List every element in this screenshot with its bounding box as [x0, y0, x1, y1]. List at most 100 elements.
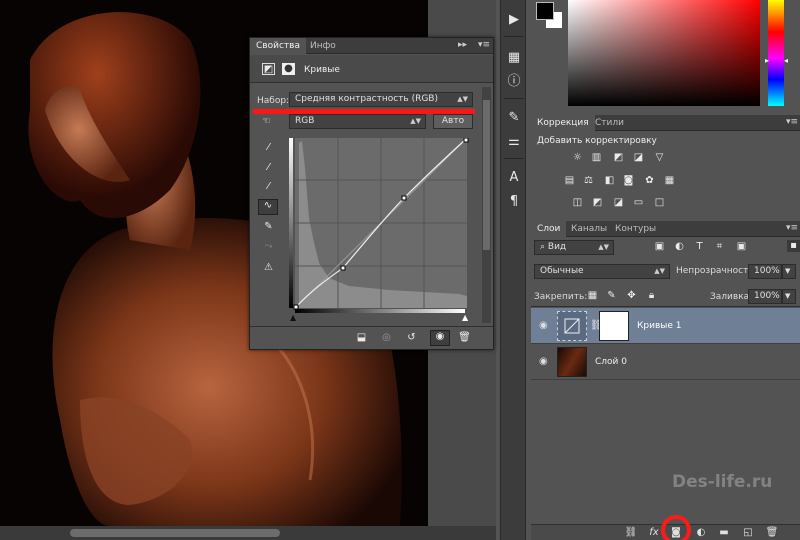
reset-icon[interactable]: ↺	[405, 332, 418, 344]
layers-panel-header: Слои Каналы Контуры ▾≡	[531, 221, 800, 237]
smooth-icon[interactable]: ⤳	[262, 241, 275, 253]
new-group-icon[interactable]: ▬	[717, 527, 731, 539]
selective-color-icon[interactable]: □	[653, 197, 666, 209]
exposure-icon[interactable]: ◪	[632, 152, 645, 164]
histogram-icon[interactable]: ▦	[503, 48, 525, 68]
divider	[250, 326, 493, 327]
clip-to-layer-icon[interactable]: ⬓	[355, 332, 368, 344]
fill-chevron-icon[interactable]: ▼	[782, 289, 796, 304]
hue-slider[interactable]	[768, 0, 784, 106]
color-lookup-icon[interactable]: ▦	[663, 175, 676, 187]
curves-adj-icon[interactable]: ◩	[612, 152, 625, 164]
play-icon[interactable]: ▶	[503, 10, 525, 30]
eye-icon[interactable]: ◉	[539, 356, 548, 367]
channel-select[interactable]: RGB ▲▼	[289, 114, 426, 129]
opacity-input[interactable]: 100%	[748, 264, 782, 279]
link-layers-icon[interactable]: ⛓	[624, 527, 638, 539]
threshold-icon[interactable]: ◪	[612, 197, 625, 209]
tab-channels[interactable]: Каналы	[565, 221, 613, 237]
opacity-chevron-icon[interactable]: ▼	[782, 264, 796, 279]
layer-row-layer0[interactable]: ◉ Слой 0	[531, 344, 800, 380]
levels-icon[interactable]: ▥	[590, 152, 603, 164]
panel-menu-icon[interactable]: ▾≡	[786, 117, 798, 127]
fx-icon[interactable]: fx	[647, 527, 661, 539]
hue-saturation-icon[interactable]: ▤	[563, 175, 576, 187]
paragraph-icon[interactable]: ¶	[503, 192, 525, 212]
brightness-icon[interactable]: ☼	[571, 152, 584, 164]
brush-presets-icon[interactable]: ✎	[503, 108, 525, 128]
panel-icon-strip: ▶ ▦ ⓘ ✎ ⚌ A ¶	[500, 0, 526, 540]
layer-mask-thumb[interactable]	[599, 311, 629, 341]
white-point-slider-icon[interactable]: ▲	[462, 313, 468, 322]
channel-mixer-icon[interactable]: ✿	[643, 175, 656, 187]
curve-point-tool-icon[interactable]: ∿	[258, 199, 278, 215]
pencil-icon[interactable]: ✎	[262, 221, 275, 233]
strip-divider	[504, 36, 524, 37]
correction-panel-header: Коррекция Стили ▾≡	[531, 115, 800, 131]
lock-label: Закрепить:	[534, 292, 588, 302]
properties-menu-icon[interactable]: ▾≡	[478, 40, 490, 50]
lock-pixels-icon[interactable]: ✎	[605, 290, 618, 302]
info-icon[interactable]: ⓘ	[503, 72, 525, 92]
black-white-icon[interactable]: ◧	[603, 175, 616, 187]
filter-adjustment-icon[interactable]: ◐	[673, 241, 686, 253]
curve-point[interactable]	[401, 195, 407, 201]
tab-correction[interactable]: Коррекция	[531, 115, 595, 131]
tab-paths[interactable]: Контуры	[609, 221, 662, 237]
tab-styles[interactable]: Стили	[589, 115, 630, 131]
photo-filter-icon[interactable]: ◙	[622, 175, 635, 187]
lock-transparent-icon[interactable]: ▦	[586, 290, 599, 302]
fill-input[interactable]: 100%	[748, 289, 782, 304]
curve-point[interactable]	[463, 138, 469, 143]
view-previous-icon[interactable]: ◎	[380, 332, 393, 344]
layer-row-curves[interactable]: ◉ ⛓ Кривые 1	[531, 308, 800, 344]
new-layer-icon[interactable]: ◱	[741, 527, 755, 539]
filter-toggle-icon[interactable]: ▪	[787, 240, 800, 252]
delete-adjustment-icon[interactable]: 🗑︎	[458, 332, 471, 344]
filter-shape-icon[interactable]: ⌗	[713, 241, 726, 253]
layer-filter-select[interactable]: ⌕ Вид ▲▼	[534, 240, 614, 255]
lock-all-icon[interactable]: 🔒︎	[645, 290, 658, 302]
character-icon[interactable]: A	[503, 168, 525, 188]
layer-name[interactable]: Кривые 1	[637, 321, 682, 331]
preset-select[interactable]: Средняя контрастность (RGB) ▲▼	[289, 92, 473, 107]
trash-icon[interactable]: 🗑︎	[765, 527, 779, 539]
gradient-map-icon[interactable]: ▭	[632, 197, 645, 209]
scrollbar-thumb[interactable]	[70, 529, 280, 537]
filter-pixel-icon[interactable]: ▣	[653, 241, 666, 253]
layers-menu-icon[interactable]: ▾≡	[786, 223, 798, 233]
black-point-slider-icon[interactable]: ▲	[290, 313, 296, 322]
collapse-icon[interactable]: ▸▸	[458, 40, 467, 50]
mask-mode-icon[interactable]: ●	[282, 63, 295, 75]
color-field[interactable]	[568, 0, 760, 106]
target-adjust-icon[interactable]: ☜	[260, 116, 273, 128]
tab-info[interactable]: Инфо	[304, 38, 342, 54]
new-adjustment-icon[interactable]: ◐	[694, 527, 708, 539]
clipping-warning-icon[interactable]: ⚠	[262, 262, 275, 274]
curves-graph[interactable]	[289, 138, 469, 310]
lock-position-icon[interactable]: ✥	[625, 290, 638, 302]
clone-source-icon[interactable]: ⚌	[503, 132, 525, 152]
invert-icon[interactable]: ◫	[571, 197, 584, 209]
filter-type-icon[interactable]: T	[693, 241, 706, 253]
curve-point[interactable]	[340, 265, 346, 271]
foreground-color-swatch[interactable]	[536, 2, 554, 20]
opacity-label: Непрозрачность:	[676, 266, 757, 276]
layer-name[interactable]: Слой 0	[595, 357, 627, 367]
vibrance-icon[interactable]: ▽	[653, 152, 666, 164]
eyedropper-white-icon[interactable]: ⁄	[262, 181, 275, 193]
properties-scroll-thumb[interactable]	[483, 100, 490, 250]
tab-properties[interactable]: Свойства	[250, 38, 306, 54]
visibility-eye-icon[interactable]: ◉	[430, 330, 450, 346]
chevron-down-icon: ▲▼	[457, 95, 468, 103]
filter-smart-icon[interactable]: ▣	[735, 241, 748, 253]
eye-icon[interactable]: ◉	[539, 320, 548, 331]
eyedropper-gray-icon[interactable]: ⁄	[262, 162, 275, 174]
eyedropper-black-icon[interactable]: ⁄	[262, 142, 275, 154]
auto-button[interactable]: Авто	[433, 114, 473, 129]
color-balance-icon[interactable]: ⚖	[582, 175, 595, 187]
tab-layers[interactable]: Слои	[531, 221, 567, 237]
blend-mode-select[interactable]: Обычные ▲▼	[534, 264, 670, 279]
posterize-icon[interactable]: ◩	[591, 197, 604, 209]
hue-marker-left-icon: ▸	[765, 56, 770, 65]
